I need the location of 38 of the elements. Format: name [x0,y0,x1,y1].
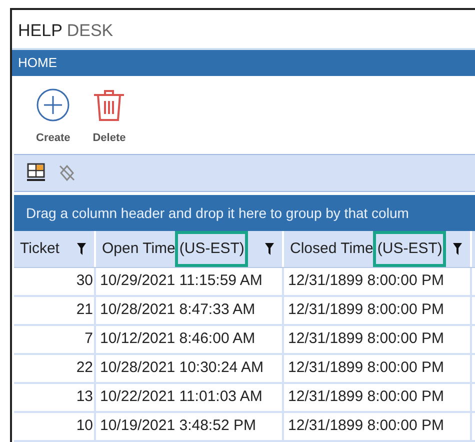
table-cell: 12/31/1899 8:00:00 PM [284,384,472,411]
table-cell: 10/29/2021 11:15:59 AM [96,268,284,295]
column-header[interactable]: Open Time (US-EST) [96,231,284,267]
table-cell: 10/12/2021 8:46:00 AM [96,326,284,353]
table-cell: 12/31/1899 8:00:00 PM [284,297,472,324]
group-panel: Drag a column header and drop it here to group by that colum [14,195,475,231]
ribbon-tab[interactable]: HOME [12,50,475,76]
table-cell: 30 [14,268,96,295]
column-header[interactable]: Ticket [14,231,96,267]
table-cell: 10 [14,413,96,440]
column-label: Closed Time [290,238,374,259]
table-cell: 7 [14,326,96,353]
table-cell: 10/28/2021 8:47:33 AM [96,297,284,324]
table-cell: 22 [14,355,96,382]
filter-off-icon[interactable] [58,164,76,182]
filter-icon[interactable] [453,243,462,255]
trash-icon [92,88,126,122]
table-cell: 10/22/2021 11:01:03 AM [96,384,284,411]
column-label: Ticket [20,238,60,259]
table-cell: 12/31/1899 8:00:00 PM [284,355,472,382]
delete-button[interactable]: Delete [92,88,126,146]
table-cell: 12/31/1899 8:00:00 PM [284,326,472,353]
plus-circle-icon [36,88,70,122]
create-button[interactable]: Create [36,88,70,146]
table-cell: 12/31/1899 8:00:00 PM [284,413,472,440]
filter-icon[interactable] [77,243,86,255]
column-header[interactable]: Closed Time (US-EST) [284,231,472,267]
grid-layout-icon[interactable] [26,163,46,184]
timezone-label: (US-EST) [175,231,248,267]
table-cell: 13 [14,384,96,411]
table-cell: 12/31/1899 8:00:00 PM [284,268,472,295]
table-cell: 10/19/2021 3:48:52 PM [96,413,284,440]
column-label: Open Time [102,238,176,259]
filter-icon[interactable] [265,243,274,255]
table-cell: 21 [14,297,96,324]
timezone-label: (US-EST) [373,231,446,267]
table-cell: 10/28/2021 10:30:24 AM [96,355,284,382]
window-title: HELP DESK [17,20,114,42]
